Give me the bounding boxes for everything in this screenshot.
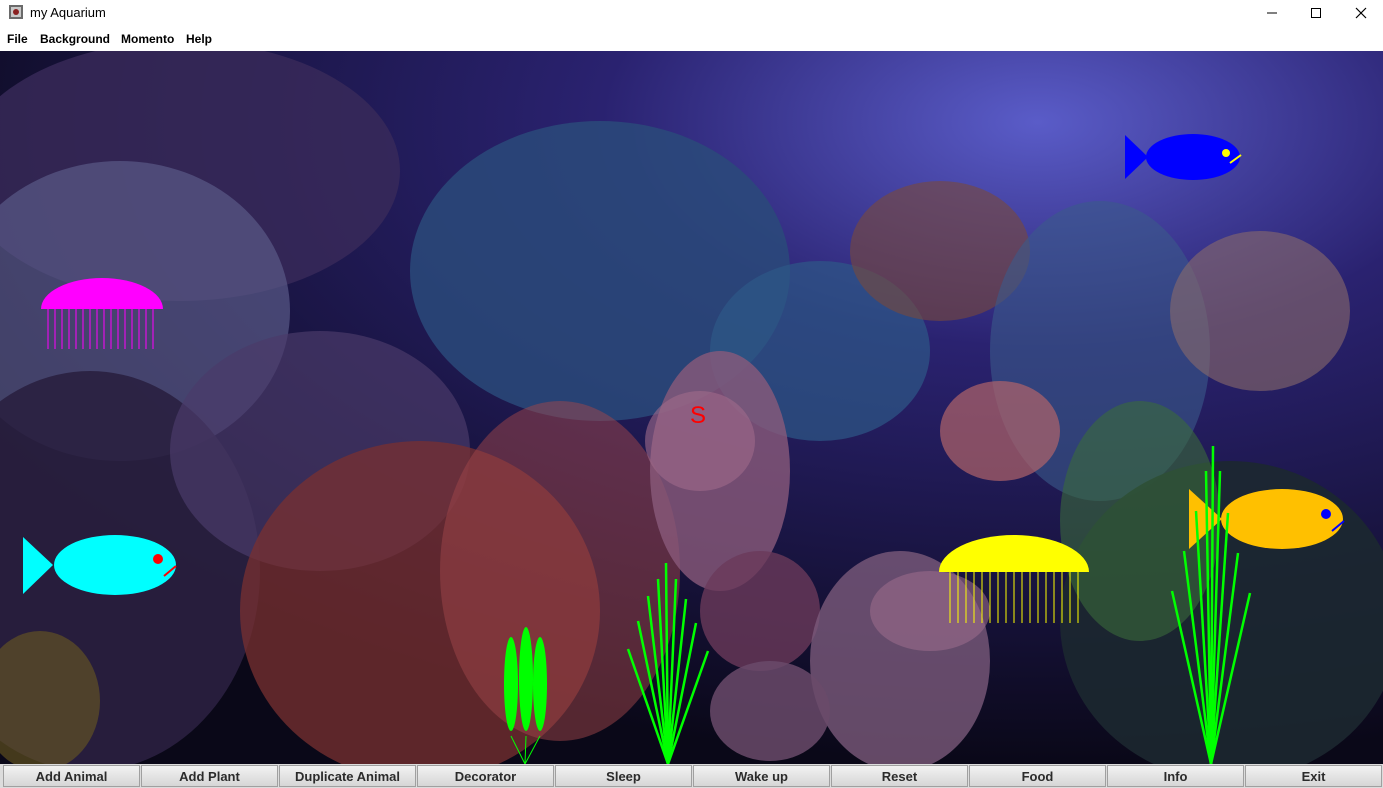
- menu-file[interactable]: File: [7, 32, 28, 46]
- duplicate-animal-button[interactable]: Duplicate Animal: [279, 765, 416, 787]
- aquarium-app-icon: [9, 5, 23, 19]
- food-button[interactable]: Food: [969, 765, 1106, 787]
- reset-button[interactable]: Reset: [831, 765, 968, 787]
- add-animal-button[interactable]: Add Animal: [3, 765, 140, 787]
- food-marker: S: [690, 402, 706, 429]
- button-bar: Add Animal Add Plant Duplicate Animal De…: [0, 764, 1383, 788]
- sleep-button[interactable]: Sleep: [555, 765, 692, 787]
- add-plant-button[interactable]: Add Plant: [141, 765, 278, 787]
- close-button[interactable]: [1338, 0, 1383, 26]
- info-button[interactable]: Info: [1107, 765, 1244, 787]
- minimize-icon: [1267, 12, 1277, 14]
- menu-momento[interactable]: Momento: [121, 32, 174, 46]
- maximize-icon: [1311, 8, 1321, 18]
- menu-help[interactable]: Help: [186, 32, 212, 46]
- menu-background[interactable]: Background: [40, 32, 110, 46]
- maximize-button[interactable]: [1293, 0, 1339, 26]
- wake-up-button[interactable]: Wake up: [693, 765, 830, 787]
- aquarium-canvas: S: [0, 51, 1383, 764]
- decorator-button[interactable]: Decorator: [417, 765, 554, 787]
- exit-button[interactable]: Exit: [1245, 765, 1382, 787]
- aquarium-panel[interactable]: S: [0, 51, 1383, 764]
- menu-bar: File Background Momento Help: [0, 26, 1383, 51]
- window-title: my Aquarium: [30, 5, 106, 20]
- title-bar: my Aquarium: [0, 0, 1383, 26]
- close-icon: [1355, 7, 1367, 19]
- minimize-button[interactable]: [1249, 0, 1295, 26]
